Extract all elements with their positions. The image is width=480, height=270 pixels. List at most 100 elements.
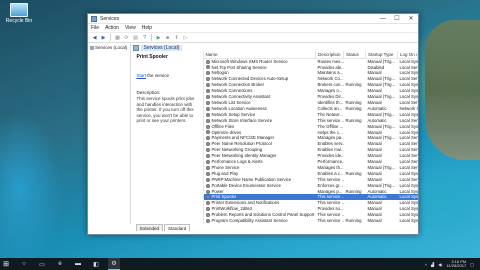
cell-description: Collects an... <box>317 105 343 111</box>
view-tabs: Extended Standard <box>132 223 191 231</box>
service-gear-icon <box>205 219 210 224</box>
export-list-icon[interactable]: ▤ <box>132 34 139 41</box>
services-table-body: Microsoft Windows SMS Router Service Rout… <box>203 58 418 224</box>
pause-service-icon[interactable]: ‖ <box>173 34 180 41</box>
store-icon[interactable]: ◧ <box>90 258 102 270</box>
menu-action[interactable]: Action <box>105 25 119 31</box>
description-text: This service spools print jobs and handl… <box>136 96 195 124</box>
services-table: Name Description Status Startup Type Log… <box>203 51 418 224</box>
service-gear-icon <box>205 177 210 182</box>
selected-service-title: Print Spooler <box>136 54 168 61</box>
console-body: Services (Local) Services (Local) Print … <box>88 44 418 224</box>
desktop-icon-label: Recycle Bin <box>5 18 33 24</box>
volume-icon[interactable]: ◀) <box>438 262 442 267</box>
forward-icon[interactable]: ▶ <box>100 34 107 41</box>
refresh-icon[interactable]: ⟳ <box>123 34 130 41</box>
cell-description: This service ... <box>317 117 344 123</box>
cell-log-on-as: Local Syste... <box>399 182 418 188</box>
cell-description: This service ... <box>317 218 344 224</box>
menu-help[interactable]: Help <box>142 25 152 31</box>
column-header-log-on-as[interactable]: Log On As <box>397 51 418 59</box>
service-gear-icon <box>205 130 210 135</box>
cell-log-on-as: Local Syste... <box>399 123 418 129</box>
service-gear-icon <box>205 89 210 94</box>
show-hide-tree-icon[interactable]: ▦ <box>114 34 121 41</box>
toolbar-separator <box>151 34 152 41</box>
start-service-link[interactable]: Start <box>137 73 147 78</box>
cell-description: Enables a c... <box>317 170 344 176</box>
pane-header-title: Services (Local) <box>140 44 183 51</box>
cell-log-on-as: Local Service <box>399 99 418 105</box>
service-gear-icon <box>205 171 210 176</box>
cell-description: The Networ... <box>317 111 344 117</box>
tab-standard[interactable]: Standard <box>164 224 191 231</box>
title-bar[interactable]: Services — ☐ ✕ <box>88 14 418 24</box>
service-gear-icon <box>205 118 210 123</box>
cell-log-on-as: Local Syste... <box>399 58 418 64</box>
search-icon[interactable]: ○ <box>18 258 30 270</box>
service-gear-icon <box>205 154 210 159</box>
cell-description: Enforces gr... <box>317 182 343 188</box>
service-gear-icon <box>205 112 210 117</box>
column-header-startup-type[interactable]: Startup Type <box>365 51 398 59</box>
table-row[interactable]: Program Compatibility Assistant Service T… <box>204 218 418 224</box>
start-service-icon[interactable]: ▶ <box>155 34 162 41</box>
cell-startup-type: Manual (Trig... <box>367 123 396 129</box>
cell-startup-type: Manual <box>367 218 382 224</box>
services-list: Name Description Status Startup Type Log… <box>202 51 418 224</box>
service-gear-icon <box>205 59 210 64</box>
stop-service-icon[interactable]: ■ <box>164 34 171 41</box>
column-header-description[interactable]: Description <box>315 51 344 59</box>
cell-log-on-as: Local Service <box>399 117 418 123</box>
cell-description: This service ... <box>317 176 344 182</box>
column-header-status[interactable]: Status <box>343 51 366 59</box>
start-button[interactable]: ⊞ <box>0 258 12 270</box>
pane-content: Print Spooler Start the service Descript… <box>131 51 418 224</box>
edge-icon[interactable]: e <box>54 258 66 270</box>
clock[interactable]: 3:16 PM 11/28/2017 <box>446 259 467 269</box>
service-gear-icon <box>205 183 210 188</box>
maximize-button[interactable]: ☐ <box>390 14 404 24</box>
help-icon[interactable]: ? <box>141 34 148 41</box>
start-service-link-suffix: the service <box>146 73 170 79</box>
cell-description: Manages th... <box>317 164 344 170</box>
menu-view[interactable]: View <box>125 25 136 31</box>
cell-startup-type: Manual (Trig... <box>367 111 396 117</box>
task-view-icon[interactable]: ▭ <box>36 258 48 270</box>
services-app-icon <box>91 15 97 22</box>
service-gear-icon <box>205 159 210 164</box>
close-button[interactable]: ✕ <box>404 14 418 24</box>
tray-up-arrow-icon[interactable]: ˄ <box>425 262 427 267</box>
wallpaper-rock <box>425 20 480 160</box>
file-explorer-icon[interactable]: ▬ <box>72 258 84 270</box>
cell-description: Routes mes... <box>317 58 344 64</box>
service-gear-icon <box>205 124 210 129</box>
main-pane: Services (Local) Print Spooler Start the… <box>130 44 418 224</box>
restart-service-icon[interactable]: ▷ <box>182 34 189 41</box>
service-gear-icon <box>205 148 210 153</box>
service-gear-icon <box>205 136 210 141</box>
action-center-icon[interactable]: ▢ <box>470 262 474 267</box>
service-gear-icon <box>205 65 210 70</box>
cell-startup-type: Manual (Trig... <box>367 182 396 188</box>
column-header-name[interactable]: Name <box>203 51 316 59</box>
services-taskbar-icon[interactable]: ⚙ <box>108 258 120 270</box>
services-window: Services — ☐ ✕ File Action View Help ◀ ▶… <box>87 13 419 235</box>
tab-extended[interactable]: Extended <box>136 224 164 231</box>
minimize-button[interactable]: — <box>376 14 390 24</box>
cell-status: Running <box>345 218 362 224</box>
tree-item-services-local[interactable]: Services (Local) <box>88 44 130 51</box>
service-gear-icon <box>205 201 210 206</box>
cell-log-on-as: Network S... <box>399 105 418 111</box>
back-icon[interactable]: ◀ <box>91 34 98 41</box>
cell-log-on-as: Local Service <box>399 176 418 182</box>
description-label: Description: <box>136 90 161 96</box>
menu-file[interactable]: File <box>91 25 99 31</box>
cell-description: Identifies th... <box>317 99 344 105</box>
network-icon[interactable]: ▟ <box>431 262 434 267</box>
service-gear-icon <box>205 189 210 194</box>
desktop-icon-recycle-bin[interactable]: Recycle Bin <box>4 3 34 24</box>
service-gear-icon <box>205 142 210 147</box>
clock-date: 11/28/2017 <box>446 263 467 268</box>
console-tree: Services (Local) <box>88 44 131 224</box>
